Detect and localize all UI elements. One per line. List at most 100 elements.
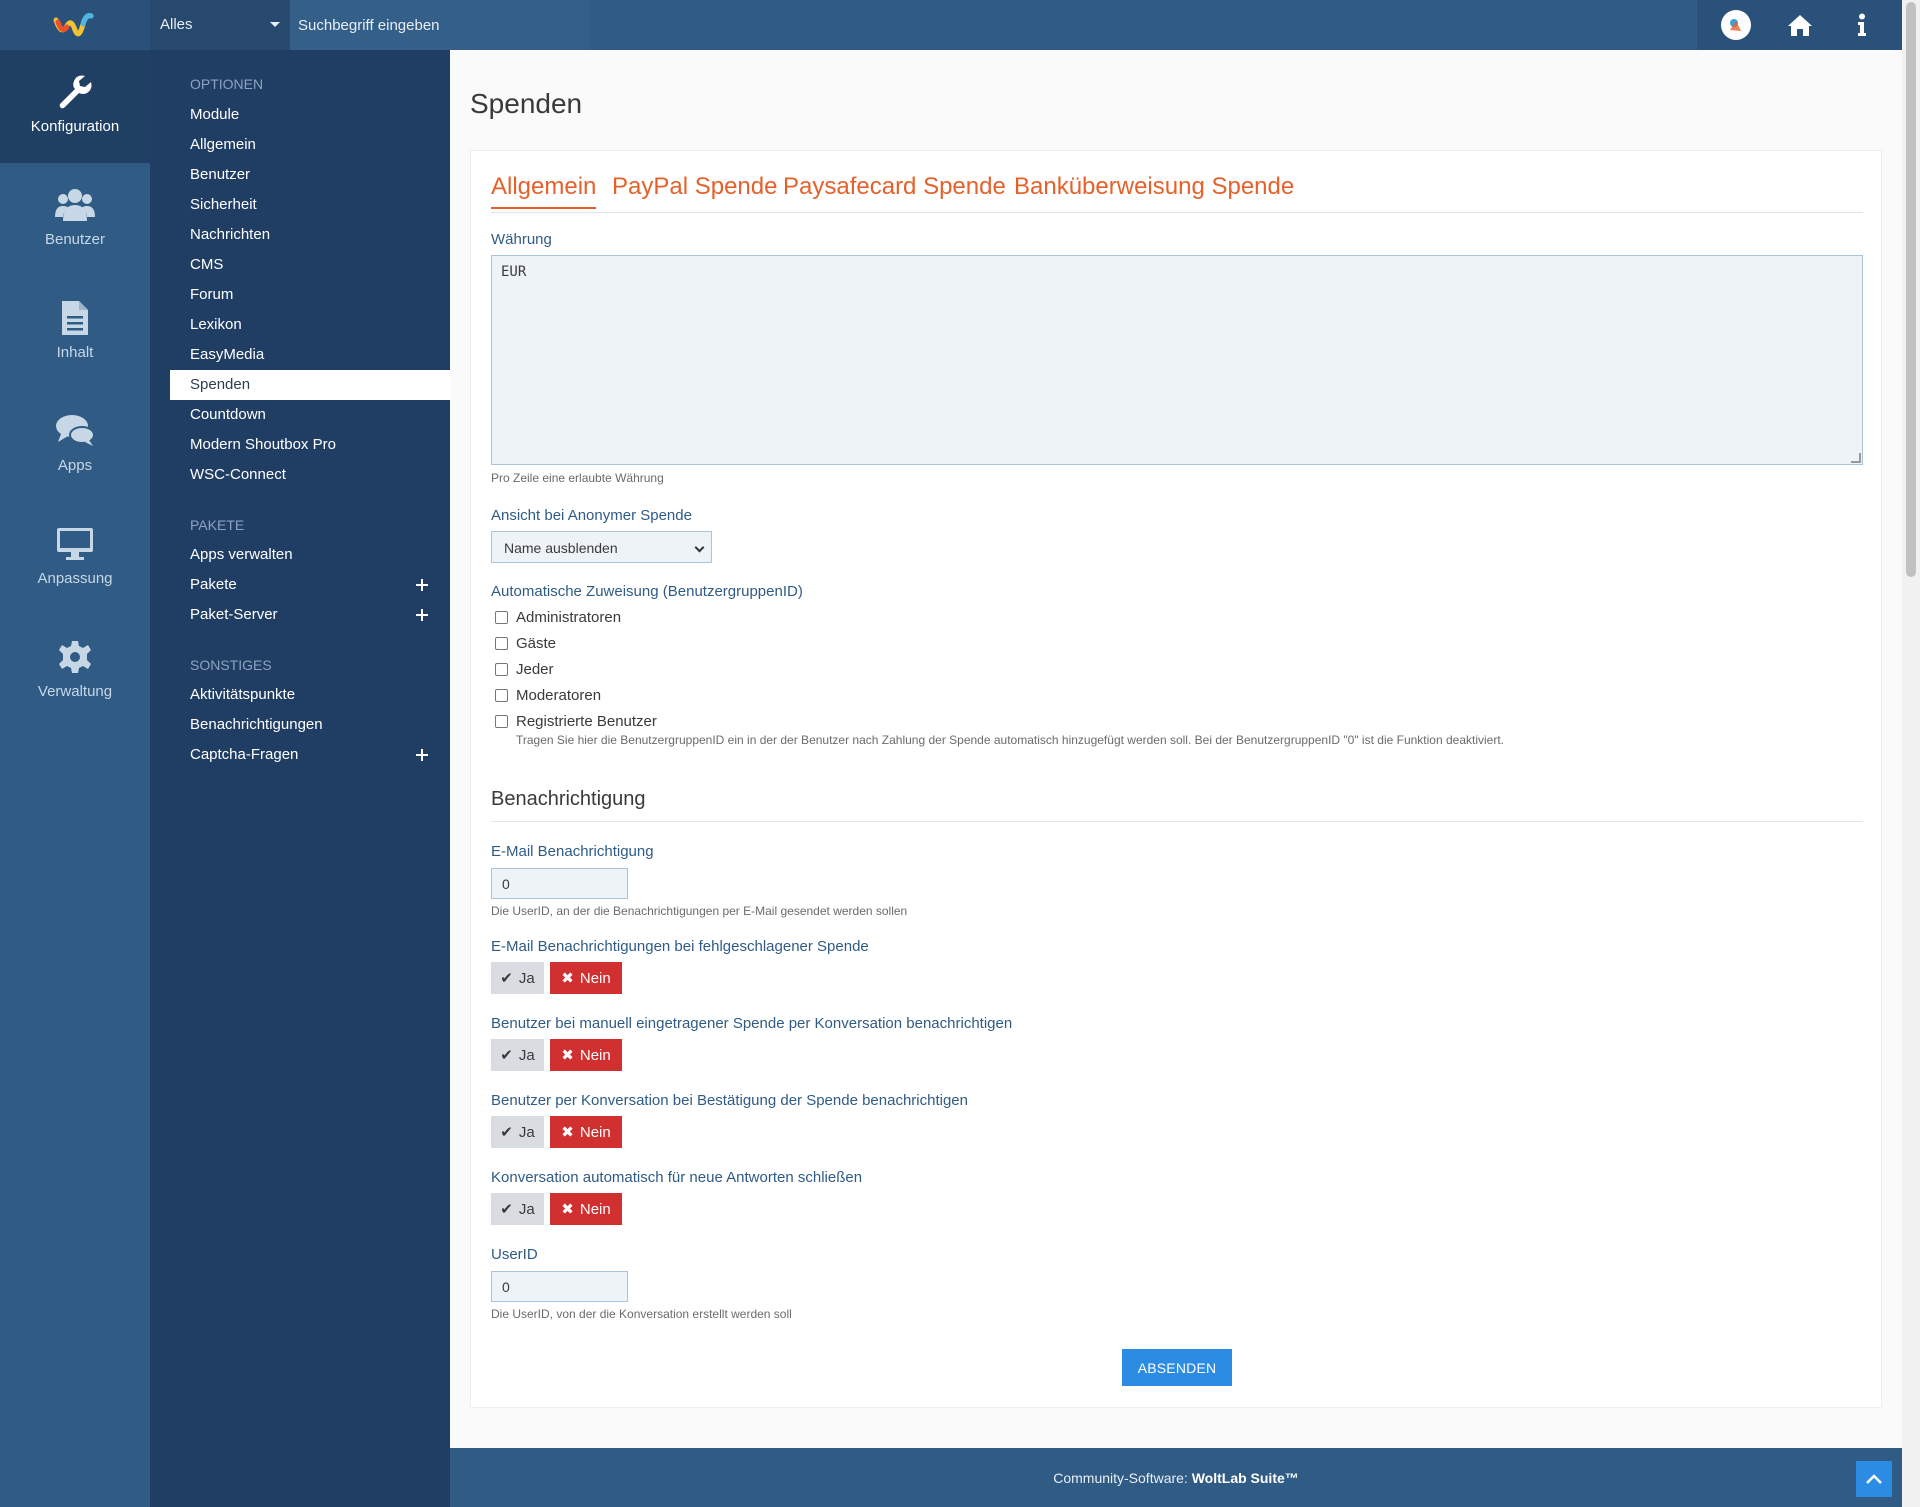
- group-checkbox[interactable]: [495, 636, 508, 650]
- auto-assign-label: Automatische Zuweisung (BenutzergruppenI…: [491, 583, 803, 600]
- home-icon[interactable]: [1785, 10, 1815, 40]
- userid-value: 0: [502, 1279, 510, 1295]
- users-icon: [55, 189, 95, 221]
- group-checkbox-row[interactable]: Administratoren: [495, 607, 621, 627]
- rail-item-anpassung[interactable]: Anpassung: [0, 502, 150, 615]
- submit-button[interactable]: ABSENDEN: [1122, 1349, 1232, 1386]
- yes-button[interactable]: ✔ Ja: [491, 962, 544, 994]
- group-label: Administratoren: [516, 608, 622, 626]
- menu-item-lexikon[interactable]: Lexikon: [170, 310, 450, 340]
- menu-item-cms[interactable]: CMS: [170, 250, 450, 280]
- menu-item-sicherheit[interactable]: Sicherheit: [170, 190, 450, 220]
- settings-panel: Allgemein PayPal Spende Paysafecard Spen…: [470, 150, 1882, 1408]
- no-button[interactable]: ✖ Nein: [550, 1193, 622, 1225]
- chevron-down-icon: [694, 542, 705, 553]
- info-icon[interactable]: [1847, 10, 1877, 40]
- plus-icon[interactable]: [416, 609, 428, 621]
- yes-button[interactable]: ✔ Ja: [491, 1193, 544, 1225]
- group-checkbox[interactable]: [495, 662, 508, 676]
- group-checkbox-row[interactable]: Jeder: [495, 659, 554, 679]
- yes-button[interactable]: ✔ Ja: [491, 1039, 544, 1071]
- chevron-down-icon: [270, 22, 280, 27]
- tab-bankueberweisung-spende[interactable]: Banküberweisung Spende: [1014, 173, 1294, 207]
- resize-grip-icon[interactable]: [1851, 453, 1861, 463]
- rail-item-konfiguration[interactable]: Konfiguration: [0, 50, 150, 163]
- menu-item-nachrichten[interactable]: Nachrichten: [170, 220, 450, 250]
- footer-prefix: Community-Software:: [1053, 1470, 1192, 1486]
- group-checkbox[interactable]: [495, 714, 508, 728]
- woltlab-logo[interactable]: [0, 0, 150, 50]
- wrench-icon: [59, 75, 92, 109]
- back-to-top-button[interactable]: [1856, 1461, 1892, 1497]
- search-scope-select[interactable]: Alles: [150, 0, 290, 50]
- menu-item-allgemein[interactable]: Allgemein: [170, 130, 450, 160]
- yes-label: Ja: [518, 1200, 535, 1218]
- yes-label: Ja: [518, 1123, 535, 1141]
- tab-paypal-spende[interactable]: PayPal Spende: [612, 173, 777, 207]
- menu-item-paket-server[interactable]: Paket-Server: [170, 600, 450, 630]
- logo-icon: [53, 13, 94, 37]
- scrollbar-thumb[interactable]: [1906, 2, 1916, 577]
- plus-icon[interactable]: [416, 579, 428, 591]
- close-icon: ✖: [561, 1201, 574, 1218]
- section-title-benachrichtigung: Benachrichtigung: [491, 788, 1863, 822]
- menu-item-apps-verwalten[interactable]: Apps verwalten: [170, 540, 450, 570]
- yes-label: Ja: [518, 969, 535, 987]
- group-checkbox[interactable]: [495, 610, 508, 624]
- no-button[interactable]: ✖ Nein: [550, 1039, 622, 1071]
- group-checkbox[interactable]: [495, 688, 508, 702]
- menu-item-pakete[interactable]: Pakete: [170, 570, 450, 600]
- group-checkbox-row[interactable]: Registrierte Benutzer: [495, 711, 657, 731]
- plus-icon[interactable]: [416, 749, 428, 761]
- menu-item-aktivitaetspunkte[interactable]: Aktivitätspunkte: [170, 680, 450, 710]
- group-label: Jeder: [516, 660, 554, 678]
- yes-label: Ja: [518, 1046, 535, 1064]
- close-icon: ✖: [561, 970, 574, 987]
- menu-item-captcha-fragen[interactable]: Captcha-Fragen: [170, 740, 450, 770]
- no-label: Nein: [579, 969, 611, 987]
- footer-brand-link[interactable]: WoltLab Suite™: [1192, 1470, 1299, 1486]
- email-notification-value: 0: [502, 876, 510, 892]
- toggle-label: Konversation automatisch für neue Antwor…: [491, 1169, 863, 1186]
- menu-item-wsc-connect[interactable]: WSC-Connect: [170, 460, 450, 490]
- email-notification-input[interactable]: 0: [491, 868, 628, 899]
- toggle-label: Benutzer per Konversation bei Bestätigun…: [491, 1092, 968, 1109]
- anon-view-select[interactable]: Name ausblenden: [491, 531, 712, 563]
- menu-item-benutzer[interactable]: Benutzer: [170, 160, 450, 190]
- menu-item-module[interactable]: Module: [170, 100, 450, 130]
- rail-label: Verwaltung: [37, 683, 113, 700]
- currency-textarea[interactable]: EUR: [491, 255, 1863, 465]
- tab-paysafecard-spende[interactable]: Paysafecard Spende: [783, 173, 1006, 207]
- rail-item-apps[interactable]: Apps: [0, 389, 150, 502]
- group-label: Registrierte Benutzer: [516, 712, 657, 730]
- group-checkbox-row[interactable]: Moderatoren: [495, 685, 601, 705]
- footer: Community-Software: WoltLab Suite™: [450, 1448, 1902, 1507]
- group-checkbox-row[interactable]: Gäste: [495, 633, 556, 653]
- page-scrollbar[interactable]: [1902, 0, 1920, 1507]
- tab-allgemein[interactable]: Allgemein: [491, 173, 597, 209]
- menu-item-spenden[interactable]: Spenden: [170, 370, 450, 400]
- toggle-label: E-Mail Benachrichtigungen bei fehlgeschl…: [491, 938, 869, 955]
- check-icon: ✔: [500, 1201, 513, 1218]
- userid-input[interactable]: 0: [491, 1271, 628, 1302]
- no-button[interactable]: ✖ Nein: [550, 1116, 622, 1148]
- no-button[interactable]: ✖ Nein: [550, 962, 622, 994]
- search-placeholder: Suchbegriff eingeben: [298, 17, 440, 34]
- user-avatar[interactable]: [1721, 10, 1751, 40]
- rail-item-benutzer[interactable]: Benutzer: [0, 163, 150, 276]
- check-icon: ✔: [500, 1124, 513, 1141]
- rail-item-inhalt[interactable]: Inhalt: [0, 276, 150, 389]
- top-header: Alles Suchbegriff eingeben: [0, 0, 1902, 50]
- menu-heading-sonstiges: SONSTIGES: [190, 657, 272, 673]
- no-label: Nein: [579, 1046, 611, 1064]
- avatar-icon: [1721, 10, 1751, 40]
- rail-item-verwaltung[interactable]: Verwaltung: [0, 615, 150, 728]
- menu-item-forum[interactable]: Forum: [170, 280, 450, 310]
- menu-item-countdown[interactable]: Countdown: [170, 400, 450, 430]
- tab-bar: Allgemein PayPal Spende Paysafecard Spen…: [491, 173, 1863, 213]
- menu-item-modern-shoutbox-pro[interactable]: Modern Shoutbox Pro: [170, 430, 450, 460]
- yes-button[interactable]: ✔ Ja: [491, 1116, 544, 1148]
- search-input[interactable]: Suchbegriff eingeben: [290, 0, 590, 50]
- menu-item-easymedia[interactable]: EasyMedia: [170, 340, 450, 370]
- menu-item-benachrichtigungen[interactable]: Benachrichtigungen: [170, 710, 450, 740]
